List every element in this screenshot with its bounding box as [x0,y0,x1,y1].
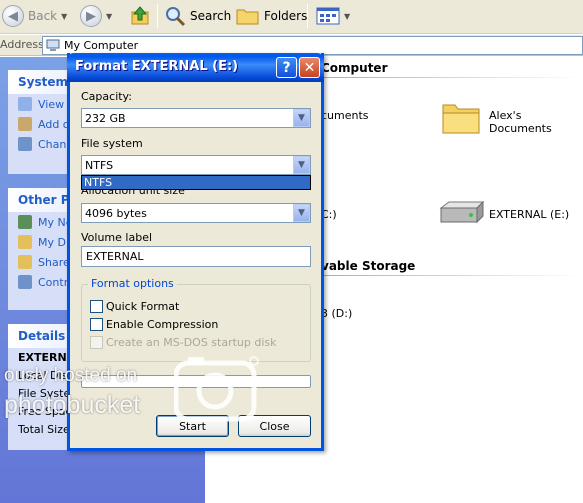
volume-label-value: EXTERNAL [86,250,144,263]
address-value: My Computer [64,39,139,52]
close-window-button[interactable]: ✕ [299,57,320,78]
chevron-down-icon[interactable]: ▼ [293,109,310,127]
start-button[interactable]: Start [156,415,229,437]
file-system-value: NTFS [85,159,114,172]
item-label[interactable]: cuments [321,109,369,122]
chevron-down-icon[interactable]: ▼ [293,156,310,174]
network-icon [18,215,32,229]
checkbox-box [90,336,103,349]
explorer-toolbar: ◀ Back ▼ ▶ ▼ Search Folders ▼ [0,0,583,34]
toolbar-separator [307,4,308,28]
views-button[interactable]: ▼ [316,3,350,29]
format-options-group: Format options Quick Format Enable Compr… [81,277,311,362]
view-info-icon [18,97,32,111]
allocation-select[interactable]: 4096 bytes ▼ [81,203,311,223]
checkbox-box[interactable] [90,318,103,331]
file-system-label: File system [81,137,143,150]
close-button[interactable]: Close [238,415,311,437]
folders-button[interactable]: Folders [236,3,307,29]
file-system-dropdown: NTFS [81,175,311,190]
address-label: Address [0,38,44,51]
shared-folder-icon [18,255,32,269]
enable-compression-label: Enable Compression [106,318,219,331]
capacity-select[interactable]: 232 GB ▼ [81,108,311,128]
add-remove-icon [18,117,32,131]
back-dropdown-icon[interactable]: ▼ [61,12,67,21]
dropdown-option[interactable]: NTFS [82,176,310,189]
place-link-label: My D [38,235,66,249]
dialog-titlebar[interactable]: Format EXTERNAL (E:) ? ✕ [67,53,324,82]
search-icon [166,7,186,27]
search-button[interactable]: Search [164,3,231,29]
volume-label-input[interactable]: EXTERNAL [81,246,311,267]
documents-icon [18,235,32,249]
close-label: Close [259,419,290,433]
hard-drive-icon[interactable] [437,200,485,226]
search-label: Search [190,9,232,23]
file-system-select[interactable]: NTFS ▼ [81,155,311,175]
enable-compression-checkbox[interactable]: Enable Compression [90,318,218,331]
help-button[interactable]: ? [276,57,297,78]
place-link-label: Share [38,255,70,269]
quick-format-label: Quick Format [106,300,180,313]
checkbox-box[interactable] [90,300,103,313]
control-panel-icon [18,275,32,289]
my-computer-icon [46,39,60,51]
format-dialog: Format EXTERNAL (E:) ? ✕ Capacity: 232 G… [67,53,324,451]
format-options-title: Format options [88,277,177,290]
group-header: vable Storage [321,259,416,273]
start-label: Start [179,419,206,433]
allocation-value: 4096 bytes [85,207,147,220]
task-link-label: Chan [38,137,67,151]
back-label: Back [28,9,58,23]
forward-arrow-icon: ▶ [80,5,102,27]
close-icon: ✕ [303,59,316,76]
format-progress-bar [81,375,311,388]
task-link-label: View [38,97,65,111]
volume-label-caption: Volume label [81,231,153,244]
place-link-label: Contr [38,275,69,289]
forward-button[interactable]: ▶ ▼ [80,3,112,29]
toolbar-separator [157,4,158,28]
help-icon: ? [282,59,291,76]
msdos-startup-label: Create an MS-DOS startup disk [106,336,277,349]
views-icon [316,7,340,25]
back-arrow-icon: ◀ [2,5,24,27]
task-link-label: Add o [38,117,70,131]
item-label-selected[interactable]: EXTERNAL (E:) [489,208,570,221]
views-dropdown-icon[interactable]: ▼ [344,12,350,21]
group-header: Computer [321,61,388,75]
up-folder-icon [131,6,149,25]
folders-icon [236,9,259,25]
forward-dropdown-icon[interactable]: ▼ [106,12,112,21]
folders-label: Folders [264,9,308,23]
capacity-value: 232 GB [85,112,126,125]
item-label[interactable]: 3 (D:) [321,307,352,320]
group-divider [321,77,583,78]
chevron-down-icon[interactable]: ▼ [293,204,310,222]
group-divider [321,275,583,276]
back-button[interactable]: ◀ Back ▼ [2,3,67,29]
item-label[interactable]: Alex's Documents [489,109,583,135]
quick-format-checkbox[interactable]: Quick Format [90,300,179,313]
dialog-title: Format EXTERNAL (E:) [75,59,239,74]
folder-icon[interactable] [441,97,481,135]
msdos-startup-checkbox: Create an MS-DOS startup disk [90,336,277,349]
change-setting-icon [18,137,32,151]
capacity-label: Capacity: [81,90,132,103]
up-folder-button[interactable] [129,3,151,29]
